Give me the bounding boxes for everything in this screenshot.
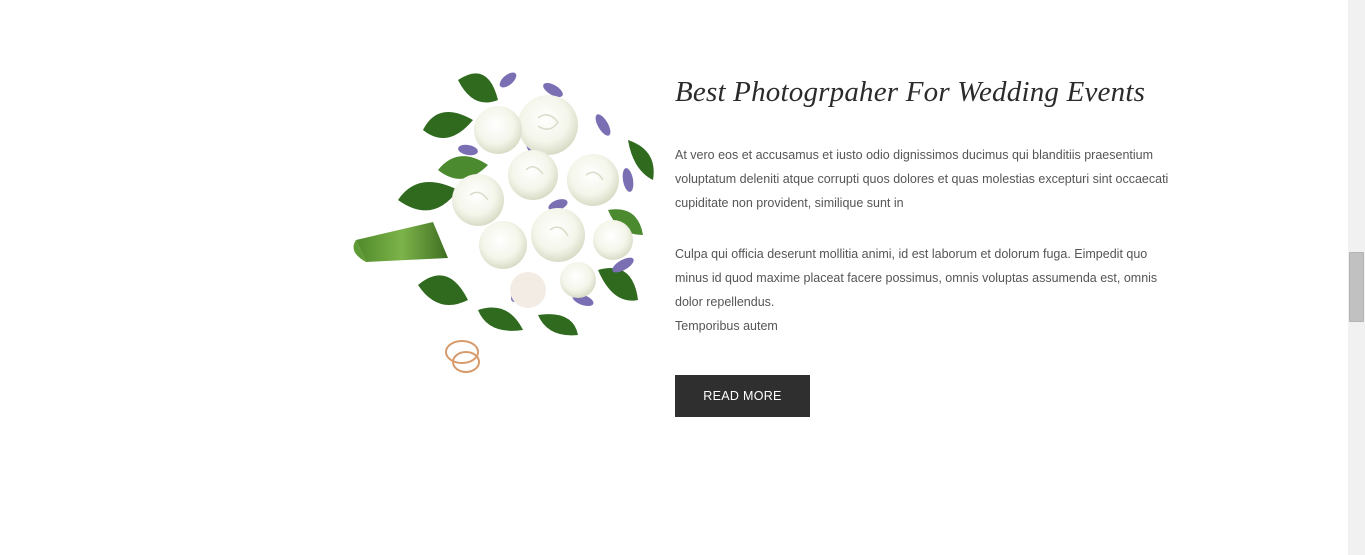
feature-content: Best Photogrpaher For Wedding Events At … [675,72,1170,338]
feature-paragraph-1: At vero eos et accusamus et iusto odio d… [675,148,1169,210]
feature-paragraph-2-tail: Temporibus autem [675,319,778,333]
wedding-bouquet-image [338,30,674,456]
feature-paragraph-2-text: Culpa qui officia deserunt mollitia anim… [675,247,1158,309]
read-more-button[interactable]: READ MORE [675,375,810,417]
feature-paragraph-2: Culpa qui officia deserunt mollitia anim… [675,242,1170,338]
scrollbar-thumb[interactable] [1349,252,1364,322]
page: Best Photogrpaher For Wedding Events At … [0,0,1365,555]
vertical-scrollbar[interactable] [1348,0,1365,555]
feature-title: Best Photogrpaher For Wedding Events [675,76,1146,108]
